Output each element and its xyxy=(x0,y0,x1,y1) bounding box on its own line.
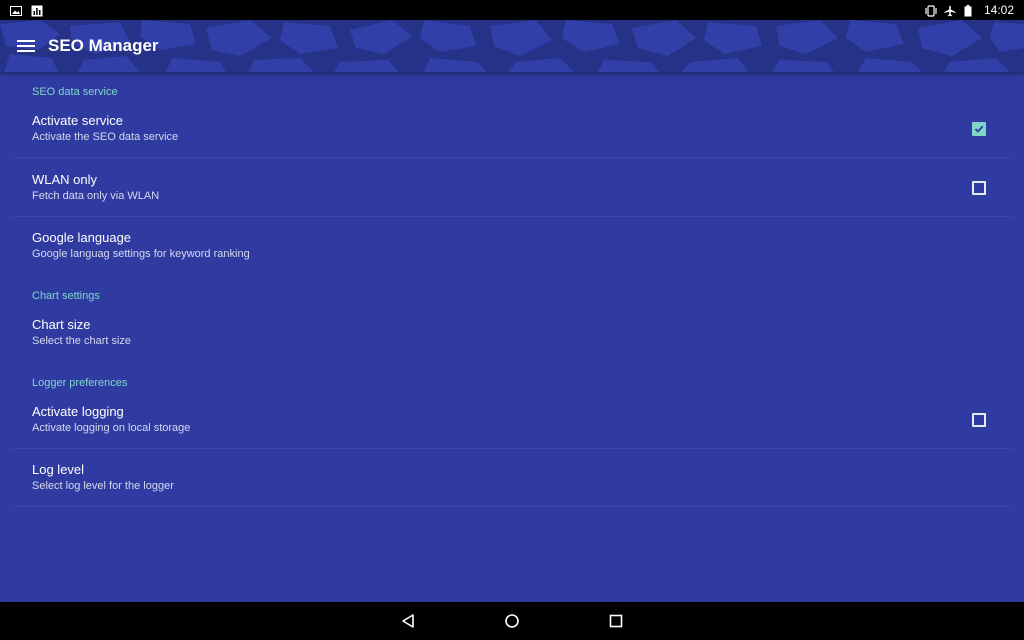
pref-summary: Fetch data only via WLAN xyxy=(32,190,160,202)
pref-summary: Activate the SEO data service xyxy=(32,131,179,143)
pref-title: Log level xyxy=(32,462,85,477)
pref-log-level[interactable]: Log level Select log level for the logge… xyxy=(12,449,1012,507)
home-button[interactable] xyxy=(498,607,526,635)
pref-summary: Activate logging on local storage xyxy=(32,422,191,434)
category-seo-data-service: SEO data service xyxy=(32,86,118,98)
pref-title: Google language xyxy=(32,230,132,245)
checkmark-icon xyxy=(974,125,984,133)
preferences-list: SEO data service Activate service Activa… xyxy=(0,72,1024,602)
pref-title: Activate service xyxy=(32,113,124,128)
recents-button[interactable] xyxy=(602,607,630,635)
clock: 14:02 xyxy=(983,3,1014,17)
battery-icon xyxy=(964,4,976,17)
pref-summary: Google languag settings for keyword rank… xyxy=(32,248,250,260)
menu-icon xyxy=(17,40,35,52)
pref-title: Chart size xyxy=(32,317,91,332)
navigation-bar xyxy=(0,602,1024,640)
chart-icon xyxy=(31,4,43,17)
pref-summary: Select the chart size xyxy=(32,335,132,347)
pref-activate-service[interactable]: Activate service Activate the SEO data s… xyxy=(12,100,1012,158)
activate-logging-checkbox[interactable] xyxy=(972,413,986,427)
activate-service-checkbox[interactable] xyxy=(972,122,986,136)
pref-google-language[interactable]: Google language Google languag settings … xyxy=(12,217,1012,275)
category-logger-preferences: Logger preferences xyxy=(32,377,128,389)
category-chart-settings: Chart settings xyxy=(32,290,100,302)
home-icon xyxy=(505,614,519,628)
pref-summary: Select log level for the logger xyxy=(32,480,174,492)
image-icon xyxy=(10,4,22,16)
airplane-icon xyxy=(944,4,956,17)
vibrate-icon xyxy=(924,4,937,17)
pref-wlan-only[interactable]: WLAN only Fetch data only via WLAN xyxy=(12,159,1012,217)
pref-activate-logging[interactable]: Activate logging Activate logging on loc… xyxy=(12,391,1012,449)
wlan-only-checkbox[interactable] xyxy=(972,181,986,195)
recents-icon xyxy=(609,614,623,628)
app-toolbar: SEO Manager xyxy=(0,20,1024,72)
menu-button[interactable] xyxy=(14,34,38,58)
status-bar: 14:02 xyxy=(0,0,1024,20)
pref-title: WLAN only xyxy=(32,172,98,187)
back-button[interactable] xyxy=(394,607,422,635)
app-title: SEO Manager xyxy=(48,36,159,55)
pref-title: Activate logging xyxy=(32,404,124,419)
back-icon xyxy=(402,614,414,628)
pref-chart-size[interactable]: Chart size Select the chart size xyxy=(12,304,1012,362)
